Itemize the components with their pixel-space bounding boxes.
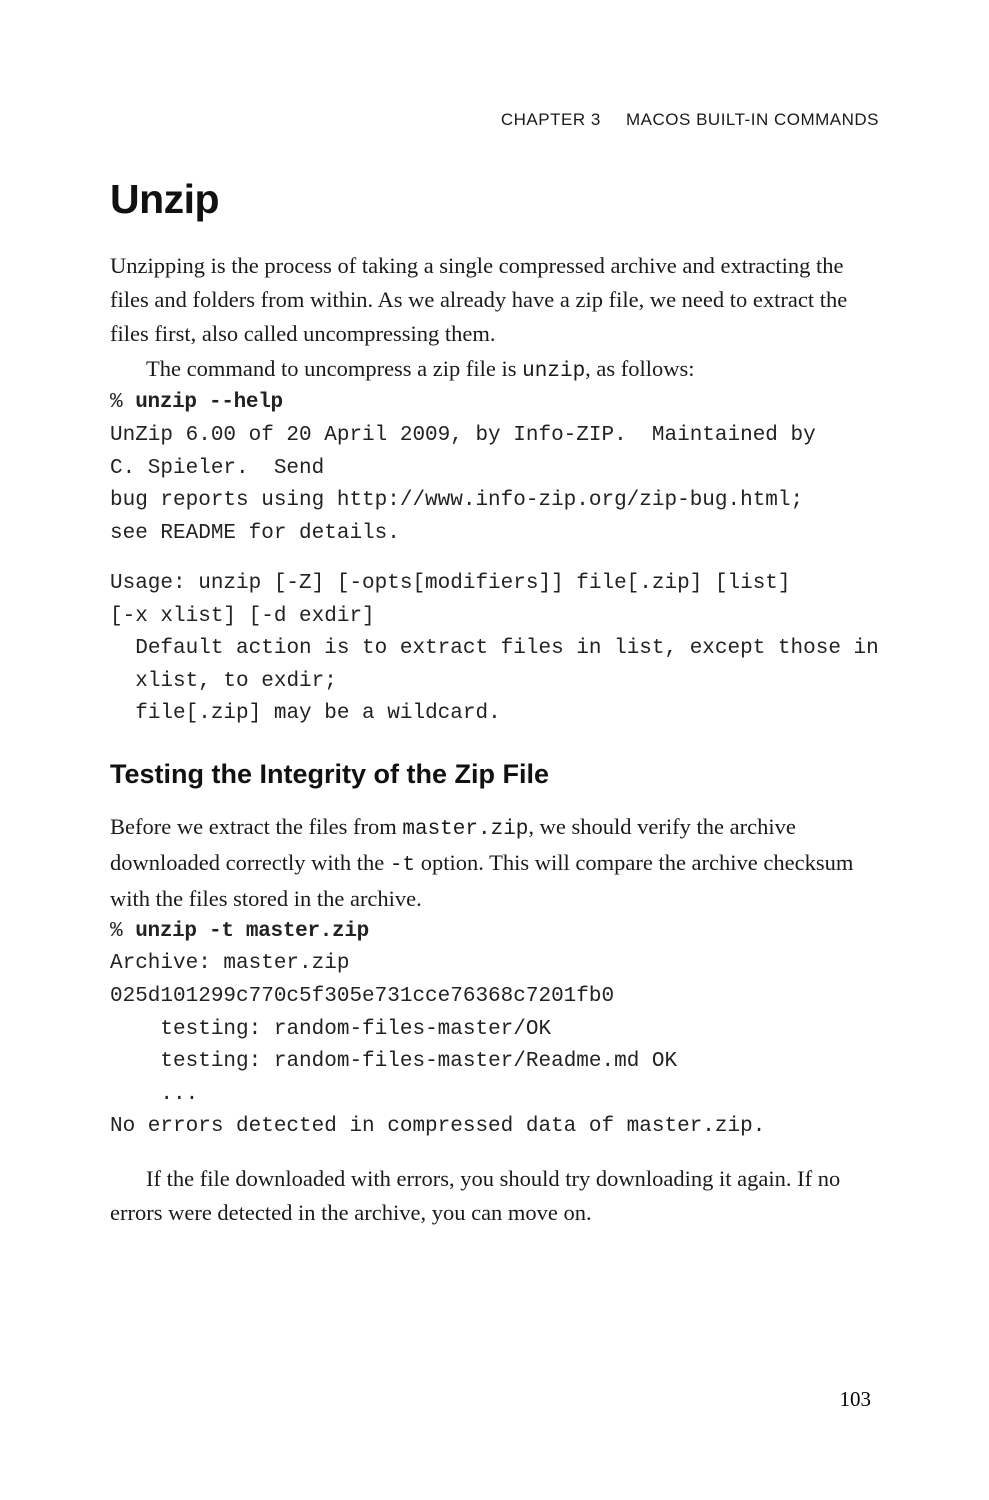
code-line: testing: random-files-master/Readme.md O… [110, 1050, 677, 1073]
body-paragraph: Unzipping is the process of taking a sin… [110, 249, 879, 352]
code-line: UnZip 6.00 of 20 April 2009, by Info-ZIP… [110, 424, 828, 447]
text-run: The command to uncompress a zip file is [146, 356, 522, 381]
code-line: No errors detected in compressed data of… [110, 1115, 765, 1138]
code-line: C. Spieler. Send [110, 457, 324, 480]
code-block: % unzip --help UnZip 6.00 of 20 April 20… [110, 387, 879, 550]
code-line: Default action is to extract files in li… [110, 637, 891, 660]
prompt: % [110, 920, 135, 943]
code-line: Usage: unzip [-Z] [-opts[modifiers]] fil… [110, 572, 803, 595]
prompt: % [110, 391, 135, 414]
code-line: 025d101299c770c5f305e731cce76368c7201fb0 [110, 985, 614, 1008]
chapter-label: CHAPTER 3 [501, 110, 601, 129]
code-line: ... [110, 1083, 198, 1106]
code-block: % unzip -t master.zip Archive: master.zi… [110, 916, 879, 1144]
code-line: file[.zip] may be a wildcard. [110, 702, 501, 725]
body-paragraph: Before we extract the files from master.… [110, 810, 879, 916]
code-line: bug reports using http://www.info-zip.or… [110, 489, 816, 512]
inline-code: unzip [522, 360, 585, 383]
code-line: xlist, to exdir; [110, 670, 337, 693]
page-number: 103 [840, 1387, 872, 1412]
inline-code: master.zip [402, 818, 528, 841]
subsection-heading: Testing the Integrity of the Zip File [110, 759, 879, 790]
code-line: Archive: master.zip [110, 952, 349, 975]
command: unzip -t master.zip [135, 920, 369, 943]
body-paragraph: If the file downloaded with errors, you … [110, 1162, 879, 1230]
code-block: Usage: unzip [-Z] [-opts[modifiers]] fil… [110, 568, 879, 731]
command: unzip --help [135, 391, 283, 414]
code-line: see README for details. [110, 522, 400, 545]
section-heading: Unzip [110, 176, 879, 223]
running-header: CHAPTER 3 MACOS BUILT-IN COMMANDS [110, 110, 879, 130]
body-paragraph: The command to uncompress a zip file is … [110, 352, 879, 388]
code-line: testing: random-files-master/OK [110, 1018, 551, 1041]
text-run: , as follows: [585, 356, 694, 381]
text-run: Before we extract the files from [110, 814, 402, 839]
inline-code: -t [390, 854, 415, 877]
chapter-title: MACOS BUILT-IN COMMANDS [626, 110, 879, 129]
code-line: [-x xlist] [-d exdir] [110, 605, 375, 628]
